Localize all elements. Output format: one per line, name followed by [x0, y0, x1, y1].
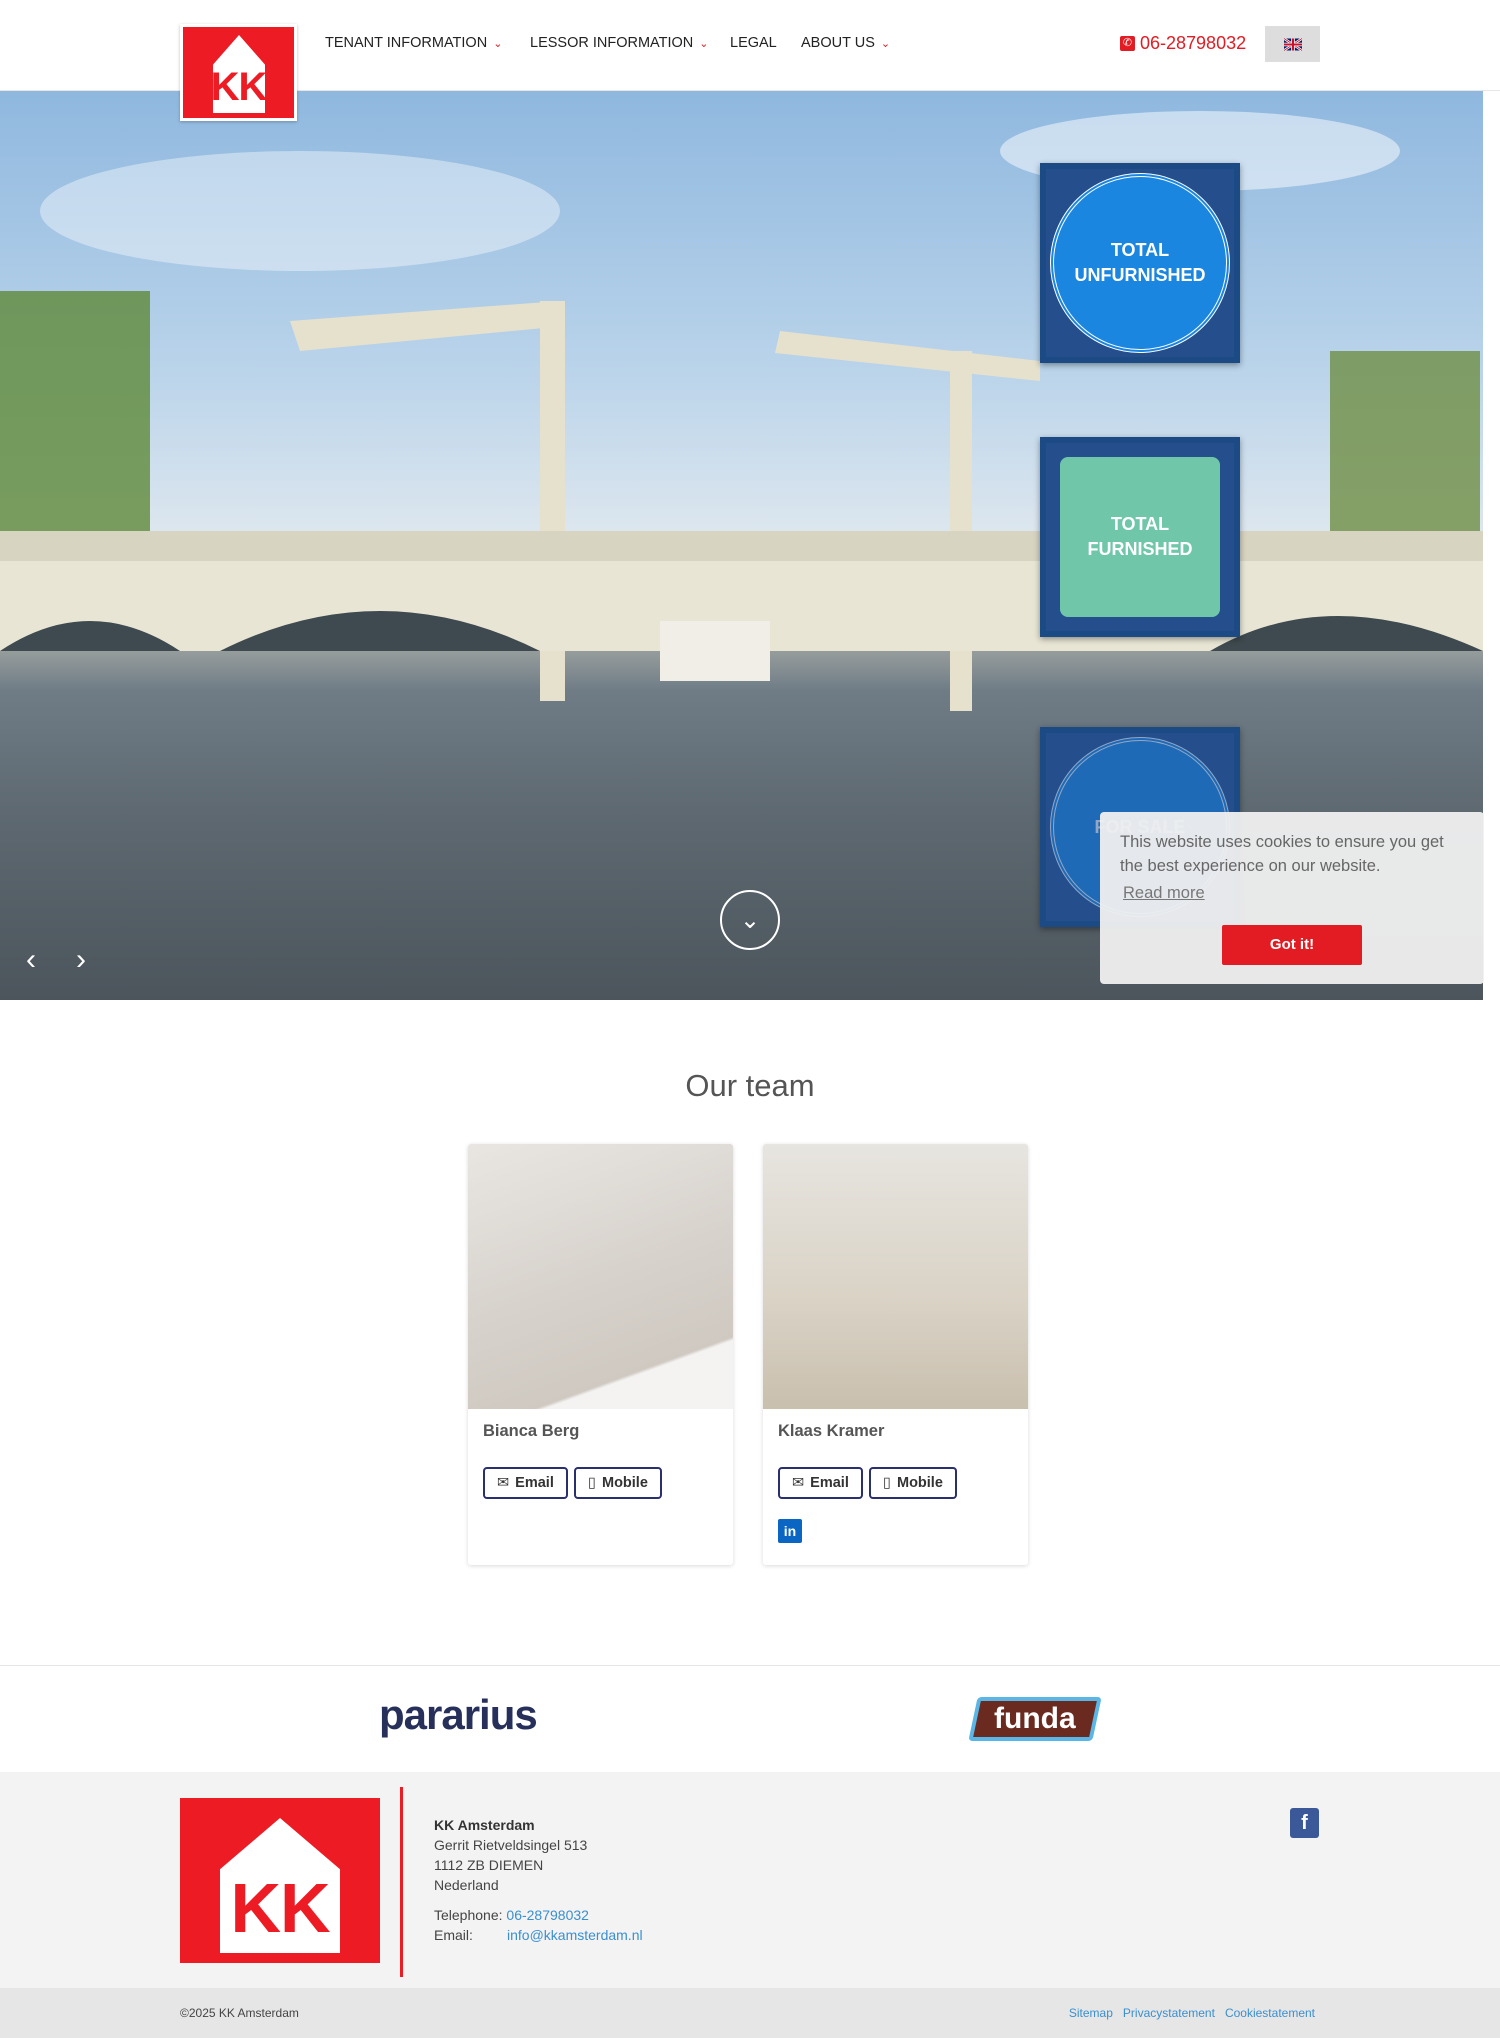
site-logo[interactable]: KK: [180, 24, 297, 121]
prev-slide-arrow[interactable]: ‹: [26, 943, 36, 977]
tile-total-furnished[interactable]: TOTAL FURNISHED: [1040, 437, 1240, 637]
logo-text: KK: [210, 65, 268, 109]
footer-logo: KK: [180, 1798, 380, 1963]
nav-label: LESSOR INFORMATION: [530, 35, 694, 51]
scroll-down-button[interactable]: ⌄: [720, 890, 780, 950]
email-link[interactable]: info@kkamsterdam.nl: [507, 1927, 643, 1943]
telephone-link[interactable]: 06-28798032: [506, 1907, 589, 1923]
envelope-icon: ✉: [497, 1475, 510, 1491]
site-footer: KK KK Amsterdam Gerrit Rietveldsingel 51…: [0, 1772, 1500, 1988]
nav-lessor-information[interactable]: LESSOR INFORMATION ⌄: [530, 35, 709, 51]
tile-label: TOTAL FURNISHED: [1060, 457, 1220, 617]
cookie-statement-link[interactable]: Cookiestatement: [1225, 2006, 1315, 2020]
button-label: Email: [810, 1475, 849, 1491]
footer-divider: [400, 1787, 403, 1977]
mobile-icon: ▯: [588, 1475, 596, 1491]
nav-label: LEGAL: [730, 35, 777, 51]
uk-flag-icon: [1283, 37, 1302, 51]
button-label: Mobile: [601, 1475, 648, 1491]
nav-about-us[interactable]: ABOUT US ⌄: [801, 35, 890, 51]
button-label: Mobile: [896, 1475, 943, 1491]
nav-legal[interactable]: LEGAL: [730, 35, 777, 51]
cookie-banner: This website uses cookies to ensure you …: [1100, 812, 1484, 984]
pararius-logo[interactable]: pararius: [379, 1691, 538, 1739]
member-name: Bianca Berg: [483, 1422, 580, 1440]
team-photo: [468, 1144, 733, 1409]
mobile-icon: ▯: [883, 1475, 891, 1491]
address-country: Nederland: [434, 1877, 499, 1893]
email-label: Email:: [434, 1927, 473, 1943]
mobile-button[interactable]: ▯ Mobile: [869, 1467, 957, 1499]
nav-tenant-information[interactable]: TENANT INFORMATION ⌄: [325, 35, 502, 51]
chevron-down-icon: ⌄: [739, 906, 761, 934]
footer-bottom-bar: ©2025 KK Amsterdam Sitemap Privacystatem…: [0, 1988, 1500, 2038]
mobile-button[interactable]: ▯ Mobile: [574, 1467, 662, 1499]
chevron-down-icon: ⌄: [880, 37, 891, 50]
phone-number: 06-28798032: [1140, 33, 1247, 53]
nav-label: TENANT INFORMATION: [325, 35, 488, 51]
copyright: ©2025 KK Amsterdam: [180, 2006, 299, 2020]
address-street: Gerrit Rietveldsingel 513: [434, 1837, 588, 1853]
member-name: Klaas Kramer: [778, 1422, 885, 1440]
email-button[interactable]: ✉ Email: [778, 1467, 863, 1499]
next-slide-arrow[interactable]: ›: [76, 943, 86, 977]
chevron-down-icon: ⌄: [699, 37, 709, 50]
language-switcher[interactable]: [1265, 26, 1320, 62]
company-name: KK Amsterdam: [434, 1817, 535, 1833]
sitemap-link[interactable]: Sitemap: [1069, 2006, 1113, 2020]
funda-logo[interactable]: funda: [968, 1697, 1102, 1741]
read-more-link[interactable]: Read more: [1120, 881, 1464, 905]
team-card: Bianca Berg ✉ Email ▯ Mobile: [468, 1144, 733, 1565]
chevron-down-icon: ⌄: [493, 37, 503, 50]
telephone-label: Telephone:: [434, 1907, 503, 1923]
partners-bar: pararius funda: [0, 1665, 1500, 1772]
button-label: Email: [515, 1475, 554, 1491]
tile-total-unfurnished[interactable]: TOTAL UNFURNISHED: [1040, 163, 1240, 363]
team-photo: [763, 1144, 1028, 1409]
nav-label: ABOUT US: [801, 35, 875, 51]
privacy-statement-link[interactable]: Privacystatement: [1123, 2006, 1215, 2020]
phone-link[interactable]: ✆ 06-28798032: [1120, 33, 1246, 54]
facebook-icon[interactable]: f: [1290, 1808, 1319, 1838]
cookie-message: This website uses cookies to ensure you …: [1120, 833, 1444, 875]
email-button[interactable]: ✉ Email: [483, 1467, 568, 1499]
team-card: Klaas Kramer ✉ Email ▯ Mobile in: [763, 1144, 1028, 1565]
accept-cookies-button[interactable]: Got it!: [1222, 925, 1362, 965]
phone-icon: ✆: [1120, 36, 1135, 51]
envelope-icon: ✉: [792, 1475, 805, 1491]
section-title-our-team: Our team: [685, 1068, 815, 1103]
address-city: 1112 ZB DIEMEN: [434, 1857, 544, 1873]
funda-text: funda: [994, 1702, 1076, 1735]
linkedin-icon[interactable]: in: [778, 1519, 802, 1543]
tile-label: TOTAL UNFURNISHED: [1050, 173, 1230, 353]
